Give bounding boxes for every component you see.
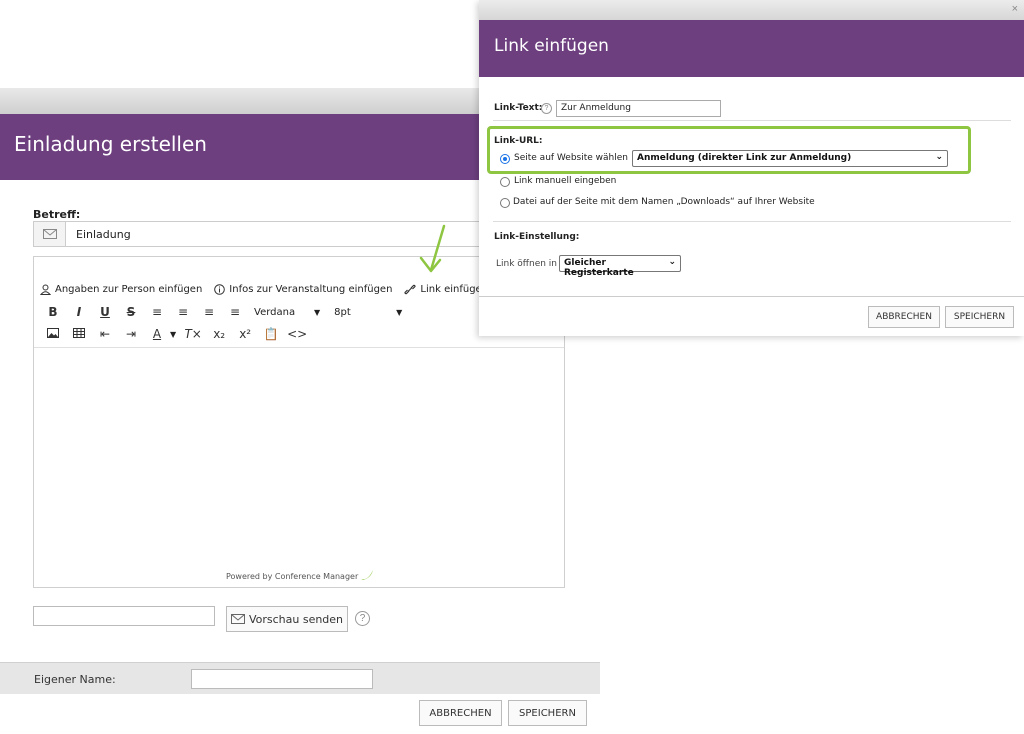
bold-icon[interactable]: B xyxy=(40,305,66,319)
align-right-icon[interactable]: ≡ xyxy=(196,305,222,319)
editor-toolbar-format-row: B I U S ≡ ≡ ≡ ≡ Verdana ▼ 8pt ▼ xyxy=(40,303,402,321)
info-icon xyxy=(214,283,226,295)
editor-content-area[interactable]: Powered by Conference Manager xyxy=(34,347,564,587)
paste-icon[interactable]: 📋 xyxy=(258,327,284,341)
link-dialog: × Link einfügen Link-Text: ? Zur Anmeldu… xyxy=(479,0,1024,336)
font-family-chevron-icon[interactable]: ▼ xyxy=(314,308,320,317)
close-icon[interactable]: × xyxy=(1012,3,1018,15)
help-icon[interactable]: ? xyxy=(541,103,552,114)
font-family-select[interactable]: Verdana xyxy=(254,307,314,318)
radio-choose-page[interactable] xyxy=(500,154,510,164)
outdent-icon[interactable]: ⇤ xyxy=(92,327,118,341)
chevron-down-icon: ⌄ xyxy=(935,152,943,162)
subject-field[interactable]: Einladung xyxy=(33,221,483,247)
subscript-icon[interactable]: x₂ xyxy=(206,327,232,341)
page-select-value: Anmeldung (direkter Link zur Anmeldung) xyxy=(637,153,852,163)
image-icon[interactable] xyxy=(40,327,66,341)
italic-icon[interactable]: I xyxy=(66,305,92,319)
insert-person-label: Angaben zur Person einfügen xyxy=(55,283,203,295)
strikethrough-icon[interactable]: S xyxy=(118,305,144,319)
indent-icon[interactable]: ⇥ xyxy=(118,327,144,341)
invitation-save-button[interactable]: SPEICHERN xyxy=(508,700,587,726)
font-size-select[interactable]: 8pt xyxy=(334,307,396,318)
person-icon xyxy=(40,284,51,295)
link-url-label: Link-URL: xyxy=(494,136,543,146)
envelope-icon xyxy=(34,222,66,246)
link-icon xyxy=(404,284,417,294)
conference-manager-logo-icon xyxy=(361,570,373,580)
link-dialog-header: Link einfügen xyxy=(479,20,1024,77)
own-name-label: Eigener Name: xyxy=(34,673,116,686)
send-preview-label: Vorschau senden xyxy=(248,612,344,626)
insert-link-button[interactable]: Link einfügen xyxy=(404,284,488,295)
annotation-arrow-icon xyxy=(419,224,446,273)
radio-downloads-file[interactable] xyxy=(500,198,510,208)
underline-icon[interactable]: U xyxy=(92,305,118,319)
open-in-select[interactable]: Gleicher Registerkarte ⌄ xyxy=(559,255,681,278)
clear-format-icon[interactable]: T× xyxy=(180,327,206,341)
editor-toolbar-misc-row: ⇤ ⇥ A ▼ T× x₂ x² 📋 <> xyxy=(40,325,310,343)
own-name-row: Eigener Name: xyxy=(0,662,600,694)
radio-downloads-file-label: Datei auf der Seite mit dem Namen „Downl… xyxy=(513,197,815,207)
source-code-icon[interactable]: <> xyxy=(284,327,310,341)
page-select[interactable]: Anmeldung (direkter Link zur Anmeldung) … xyxy=(632,150,948,167)
chevron-down-icon: ⌄ xyxy=(668,257,676,267)
divider xyxy=(493,120,1011,121)
divider xyxy=(493,221,1011,222)
preview-email-input[interactable] xyxy=(33,606,215,626)
insert-link-label: Link einfügen xyxy=(420,283,489,295)
open-in-label: Link öffnen in xyxy=(496,259,558,269)
subject-input[interactable]: Einladung xyxy=(76,228,131,241)
align-center-icon[interactable]: ≡ xyxy=(170,305,196,319)
envelope-icon xyxy=(230,614,245,624)
powered-by-text: Powered by Conference Manager xyxy=(226,572,359,581)
link-text-input[interactable]: Zur Anmeldung xyxy=(556,100,721,117)
insert-person-button[interactable]: Angaben zur Person einfügen xyxy=(40,284,202,295)
text-color-chevron-icon[interactable]: ▼ xyxy=(170,330,176,339)
send-preview-button[interactable]: Vorschau senden xyxy=(226,606,348,632)
link-cancel-button[interactable]: ABBRECHEN xyxy=(868,306,940,328)
help-icon[interactable]: ? xyxy=(355,611,370,626)
radio-manual-link-label: Link manuell eingeben xyxy=(514,176,617,186)
table-icon[interactable] xyxy=(66,327,92,341)
open-in-select-value: Gleicher Registerkarte xyxy=(564,258,634,278)
event-info-label: Infos zur Veranstaltung einfügen xyxy=(229,283,393,295)
divider xyxy=(479,296,1024,297)
link-dialog-title: Link einfügen xyxy=(494,36,609,56)
link-save-button[interactable]: SPEICHERN xyxy=(945,306,1014,328)
link-setting-label: Link-Einstellung: xyxy=(494,232,580,242)
align-left-icon[interactable]: ≡ xyxy=(144,305,170,319)
own-name-input[interactable] xyxy=(191,669,373,689)
editor-toolbar-insert-row: Angaben zur Person einfügen Infos zur Ve… xyxy=(40,280,500,298)
subject-label: Betreff: xyxy=(33,208,81,221)
align-justify-icon[interactable]: ≡ xyxy=(222,305,248,319)
invitation-cancel-button[interactable]: ABBRECHEN xyxy=(419,700,502,726)
radio-choose-page-label: Seite auf Website wählen xyxy=(514,153,628,163)
link-text-label: Link-Text: xyxy=(494,103,543,113)
link-dialog-titlebar[interactable]: × xyxy=(479,0,1024,20)
font-size-chevron-icon[interactable]: ▼ xyxy=(396,308,402,317)
superscript-icon[interactable]: x² xyxy=(232,327,258,341)
radio-manual-link[interactable] xyxy=(500,177,510,187)
event-info-button[interactable]: Infos zur Veranstaltung einfügen xyxy=(214,284,392,295)
text-color-icon[interactable]: A xyxy=(144,327,170,341)
invitation-dialog-title: Einladung erstellen xyxy=(14,132,207,156)
